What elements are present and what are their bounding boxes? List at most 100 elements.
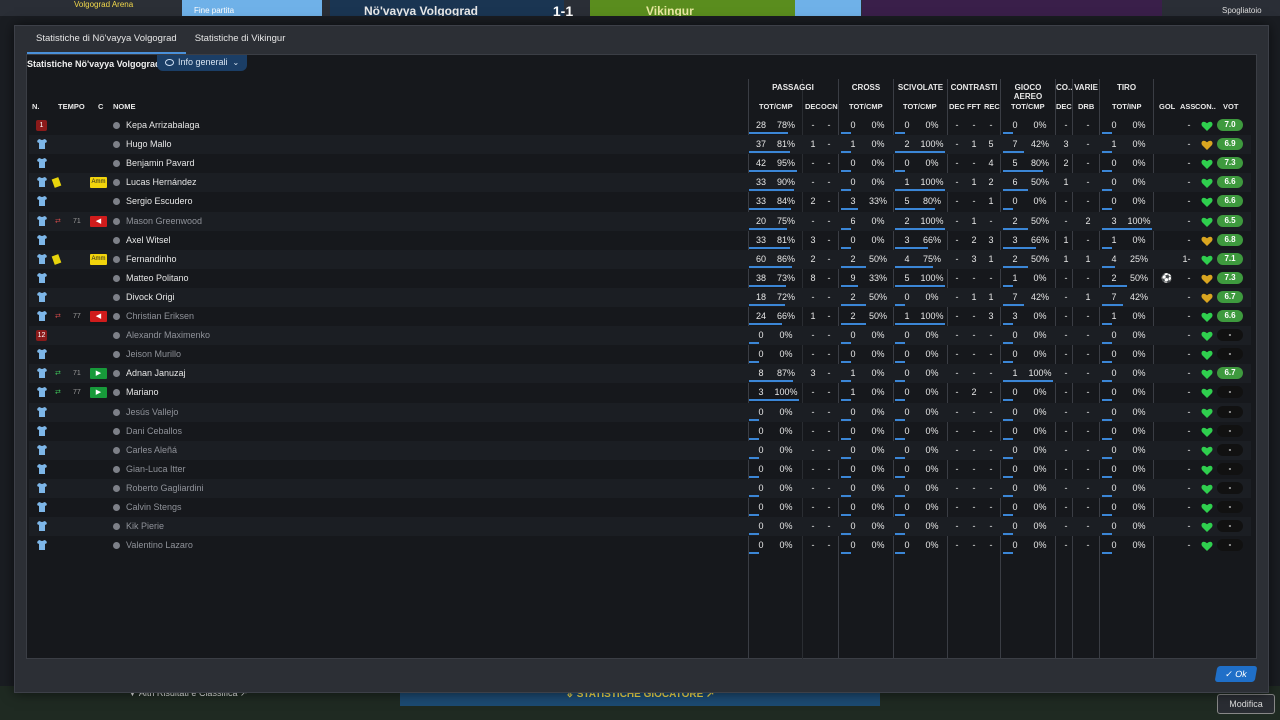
player-name[interactable]: Kik Pierie	[126, 517, 164, 536]
player-name[interactable]: Carles Aleñá	[126, 441, 177, 460]
player-profile-icon[interactable]	[113, 160, 120, 168]
table-row[interactable]: Axel Witsel 33 81% 3-0 0% 3 66% -2 3 3 66% 1-1 0% -6.…	[29, 231, 1251, 250]
player-profile-icon[interactable]	[113, 523, 120, 531]
table-row[interactable]: Divock Origi 18 72% - -2 50% 0 0% -1 1 7 42% -1 7 42% -…	[29, 287, 1251, 307]
player-name[interactable]: Gian-Luca Itter	[126, 460, 186, 479]
player-name[interactable]: Alexandr Maximenko	[126, 326, 210, 345]
locker-room-link[interactable]: Spogliatoio	[1222, 0, 1280, 16]
table-row[interactable]: ⇄ 71 ◀ Mason Greenwood 20 75% - -6 0% 2 100% -1-2 50…	[29, 211, 1251, 231]
player-name[interactable]: Dani Ceballos	[126, 422, 182, 441]
col-sciv-totcmp[interactable]: TOT/CMP	[903, 102, 937, 111]
table-row[interactable]: Valentino Lazaro 0 0% - -0 0% 0 0% - - -0 0% - -0 0% - -	[29, 536, 1251, 555]
player-name[interactable]: Roberto Gagliardini	[126, 479, 204, 498]
sub-minute: 71	[73, 217, 81, 225]
col-contr-dec[interactable]: DEC	[949, 102, 965, 111]
col-tiro-totinp[interactable]: TOT/INP	[1112, 102, 1141, 111]
player-name[interactable]: Mason Greenwood	[126, 212, 202, 231]
table-row[interactable]: Jeison Murillo 0 0% - -0 0% 0 0% - - -0 0% - -0 0% - -	[29, 345, 1251, 364]
table-row[interactable]: Calvin Stengs 0 0% - -0 0% 0 0% - - -0 0% - -0 0% - -	[29, 498, 1251, 517]
table-row[interactable]: Gian-Luca Itter 0 0% - -0 0% 0 0% - - -0 0% - -0 0% - -	[29, 460, 1251, 479]
tab-home-stats[interactable]: Statistiche di Nö'vayya Volgograd	[27, 26, 186, 54]
player-profile-icon[interactable]	[113, 484, 120, 492]
player-name[interactable]: Mariano	[126, 383, 159, 402]
player-profile-icon[interactable]	[113, 389, 120, 397]
col-con[interactable]: CON..	[1195, 102, 1216, 111]
player-profile-icon[interactable]	[113, 255, 120, 263]
player-profile-icon[interactable]	[113, 313, 120, 320]
col-gol[interactable]: GOL	[1159, 102, 1175, 111]
col-contr-fft[interactable]: FFT	[967, 102, 981, 111]
table-row[interactable]: Sergio Escudero 33 84% 2-3 33% 5 80% - -1 0 0% - -0 0…	[29, 192, 1251, 211]
table-row[interactable]: Benjamin Pavard 42 95% - -0 0% 0 0% - -4 5 80% 2-0 0%…	[29, 154, 1251, 173]
player-profile-icon[interactable]	[113, 332, 120, 340]
player-profile-icon[interactable]	[113, 141, 120, 149]
player-name[interactable]: Benjamin Pavard	[126, 154, 195, 173]
player-name[interactable]: Fernandinho	[126, 250, 177, 269]
table-row[interactable]: Jesús Vallejo 0 0% - -0 0% 0 0% - - -0 0% - -0 0% - -	[29, 402, 1251, 422]
table-row[interactable]: Dani Ceballos 0 0% - -0 0% 0 0% - - -0 0% - -0 0% - -	[29, 422, 1251, 441]
view-dropdown[interactable]: Info generali ⌄	[157, 55, 248, 71]
player-name[interactable]: Jeison Murillo	[126, 345, 181, 364]
player-profile-icon[interactable]	[113, 351, 120, 359]
table-row[interactable]: ⇄ 77 ◀ Christian Eriksen 24 66% 1-2 50% 1 100% - -3…	[29, 307, 1251, 326]
player-profile-icon[interactable]	[113, 198, 120, 206]
col-pass-totcmp[interactable]: TOT/CMP	[759, 102, 793, 111]
player-name[interactable]: Adnan Januzaj	[126, 364, 186, 383]
col-co-dec[interactable]: DEC	[1056, 102, 1072, 111]
player-profile-icon[interactable]	[113, 274, 120, 282]
player-name[interactable]: Axel Witsel	[126, 231, 171, 250]
table-row[interactable]: ⇄ 71 ▶ Adnan Januzaj 8 87% 3-1 0% 0 0% - - -1 100% - -0…	[29, 364, 1251, 384]
player-name[interactable]: Valentino Lazaro	[126, 536, 193, 555]
ok-button[interactable]: ✓ Ok	[1214, 666, 1258, 682]
player-profile-icon[interactable]	[113, 370, 120, 378]
table-row[interactable]: Amm Fernandinho 60 86% 2-2 50% 4 75% -3 1 2 50% 1 1 4 2…	[29, 249, 1251, 269]
table-row[interactable]: ⇄ 77 ▶ Mariano 3 100% - -1 0% 0 0% -2-0 0% - -0 0% - -	[29, 383, 1251, 402]
player-name[interactable]: Divock Origi	[126, 288, 175, 307]
col-aereo-totcmp[interactable]: TOT/CMP	[1011, 102, 1045, 111]
table-row[interactable]: Roberto Gagliardini 0 0% - -0 0% 0 0% - - -0 0% - -0 0…	[29, 478, 1251, 498]
player-profile-icon[interactable]	[113, 293, 120, 301]
player-profile-icon[interactable]	[113, 179, 120, 187]
player-profile-icon[interactable]	[113, 465, 120, 473]
col-cross-totcmp[interactable]: TOT/CMP	[849, 102, 883, 111]
edit-button[interactable]: Modifica	[1217, 694, 1275, 714]
table-row[interactable]: Carles Aleñá 0 0% - -0 0% 0 0% - - -0 0% - -0 0% - -	[29, 440, 1251, 460]
table-row[interactable]: Matteo Politano 38 73% 8-9 33% 5 100% - - -1 0% - -2…	[29, 269, 1251, 288]
col-ass[interactable]: ASS	[1180, 102, 1195, 111]
col-varie-drb[interactable]: DRB	[1078, 102, 1094, 111]
player-profile-icon[interactable]	[113, 236, 120, 244]
player-name[interactable]: Lucas Hernández	[126, 173, 197, 192]
table-row[interactable]: Amm Lucas Hernández 33 90% - -0 0% 1 100% -1 2 6 50%…	[29, 173, 1251, 193]
col-contr-rec[interactable]: REC	[984, 102, 1000, 111]
table-row[interactable]: 1 Kepa Arrizabalaga 28 78% - -0 0% 0 0% - - -0 0% - -0…	[29, 116, 1251, 135]
table-row[interactable]: Hugo Mallo 37 81% 1-1 0% 2 100% -1 5 7 42% 3-1 0% -6.…	[29, 135, 1251, 155]
tab-away-stats[interactable]: Statistiche di Vikingur	[186, 26, 295, 52]
table-row[interactable]: Kik Pierie 0 0% - -0 0% 0 0% - - -0 0% - -0 0% - -	[29, 517, 1251, 537]
player-name[interactable]: Calvin Stengs	[126, 498, 182, 517]
player-name[interactable]: Sergio Escudero	[126, 192, 193, 211]
player-name[interactable]: Hugo Mallo	[126, 135, 172, 154]
player-name[interactable]: Christian Eriksen	[126, 307, 194, 326]
player-profile-icon[interactable]	[113, 542, 120, 550]
player-profile-icon[interactable]	[113, 122, 120, 129]
col-c[interactable]: C	[98, 102, 103, 111]
player-profile-icon[interactable]	[113, 408, 120, 416]
player-profile-icon[interactable]	[113, 504, 120, 511]
col-pass-dec[interactable]: DEC	[805, 102, 821, 111]
player-name[interactable]: Kepa Arrizabalaga	[126, 116, 200, 135]
player-profile-icon[interactable]	[113, 217, 120, 225]
col-tempo[interactable]: TEMPO	[58, 102, 85, 111]
col-vot[interactable]: VOT	[1223, 102, 1238, 111]
player-profile-icon[interactable]	[113, 446, 120, 454]
pass-dec: -	[811, 482, 815, 493]
table-row[interactable]: 12 Alexandr Maximenko 0 0% - -0 0% 0 0% - - -0 0% - -0…	[29, 326, 1251, 346]
col-pass-ocn[interactable]: OCN	[821, 102, 838, 111]
col-n[interactable]: N.	[32, 102, 40, 111]
col-nome[interactable]: NOME	[113, 102, 136, 111]
player-profile-icon[interactable]	[113, 427, 120, 435]
chevron-down-icon: ⌄	[232, 58, 240, 67]
player-name[interactable]: Jesús Vallejo	[126, 403, 178, 422]
view-dropdown-label: Info generali	[178, 57, 228, 67]
aerial-pct: 0%	[1033, 387, 1047, 398]
player-name[interactable]: Matteo Politano	[126, 269, 189, 288]
